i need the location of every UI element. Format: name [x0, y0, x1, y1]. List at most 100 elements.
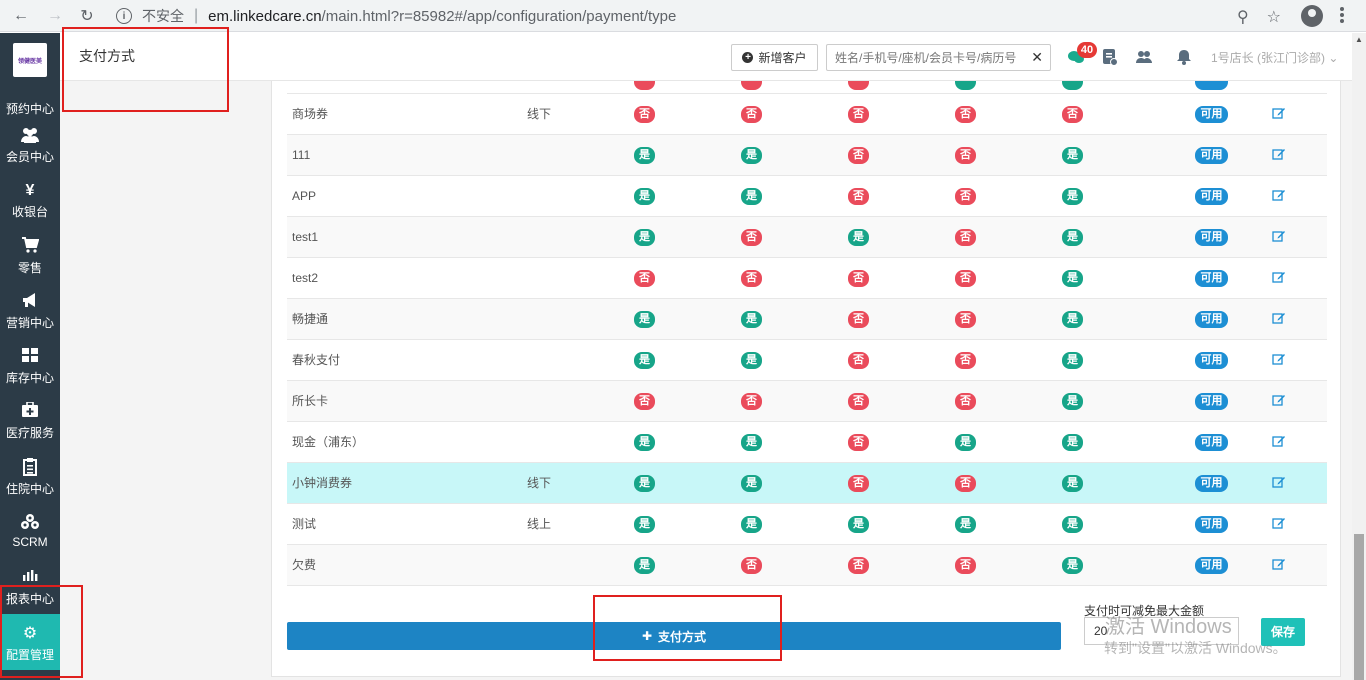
info-icon[interactable]: i: [116, 8, 132, 24]
edit-icon[interactable]: [1272, 188, 1286, 202]
sidebar-item-label: 库存中心: [5, 371, 54, 385]
no-pill: 否: [955, 352, 976, 369]
yes-pill: 是: [848, 229, 869, 246]
yes-pill: 是: [741, 188, 762, 205]
plus-circle-icon: +: [742, 52, 754, 63]
no-pill: 否: [634, 393, 655, 410]
team-icon[interactable]: [1133, 46, 1155, 68]
back-button[interactable]: ←: [6, 1, 36, 31]
edit-icon[interactable]: [1272, 516, 1286, 530]
grid-icon: [0, 347, 60, 367]
sidebar-item-label: 医疗服务: [5, 426, 54, 440]
user-name: 1号店长 (张江门诊部): [1211, 51, 1326, 65]
table-row: 畅捷通 是 是 否 否 是 可用: [287, 299, 1327, 340]
bell-icon[interactable]: [1173, 46, 1195, 68]
table-row: 商场券 线下 否 否 否 否 否 可用: [287, 94, 1327, 135]
sidebar-item-label: 零售: [17, 261, 42, 275]
yes-pill: 是: [1062, 147, 1083, 164]
no-pill: 否: [955, 229, 976, 246]
address-bar[interactable]: i 不安全 | em.linkedcare.cn/main.html?r=859…: [108, 3, 1293, 29]
clipboard-icon: [0, 458, 60, 478]
new-customer-button[interactable]: + 新增客户: [731, 44, 818, 71]
url-text[interactable]: em.linkedcare.cn/main.html?r=85982#/app/…: [208, 8, 676, 25]
available-status-pill[interactable]: 可用: [1195, 393, 1228, 410]
available-status-pill[interactable]: 可用: [1195, 434, 1228, 451]
edit-icon[interactable]: [1272, 475, 1286, 489]
browser-menu-icon[interactable]: [1340, 7, 1344, 25]
available-status-pill[interactable]: 可用: [1195, 188, 1228, 205]
megaphone-icon: [0, 292, 60, 312]
customer-search-input[interactable]: [827, 45, 1022, 70]
edit-icon[interactable]: [1272, 434, 1286, 448]
available-status-pill[interactable]: 可用: [1195, 352, 1228, 369]
available-status-pill[interactable]: 可用: [1195, 106, 1228, 123]
no-pill: [741, 81, 762, 90]
payment-name: 春秋支付: [292, 353, 341, 367]
yes-pill: 是: [741, 475, 762, 492]
no-pill: 否: [741, 270, 762, 287]
edit-icon[interactable]: [1272, 393, 1286, 407]
sidebar-item-cashier[interactable]: ¥ 收银台: [0, 181, 60, 236]
sidebar-item-scrm[interactable]: SCRM: [0, 513, 60, 568]
sidebar-item-inpatient[interactable]: 住院中心: [0, 458, 60, 513]
sidebar-item-label: 会员中心: [5, 150, 54, 164]
cubes-icon: [0, 513, 60, 533]
sidebar-item-medical[interactable]: 医疗服务: [0, 401, 60, 457]
yes-pill: 是: [1062, 475, 1083, 492]
forward-button[interactable]: →: [40, 1, 70, 31]
edit-icon[interactable]: [1272, 352, 1286, 366]
profile-avatar-icon[interactable]: [1301, 5, 1323, 27]
yes-pill: [955, 81, 976, 90]
plus-icon: ✚: [641, 629, 653, 643]
calendar-icon: [0, 78, 60, 98]
available-status-pill[interactable]: 可用: [1195, 147, 1228, 164]
payment-name: test1: [292, 230, 319, 244]
no-pill: 否: [955, 475, 976, 492]
yes-pill: 是: [1062, 229, 1083, 246]
sidebar-item-members[interactable]: 会员中心: [0, 126, 60, 181]
clear-search-icon[interactable]: ✕: [1031, 49, 1043, 66]
zoom-icon[interactable]: ⚲: [1237, 7, 1249, 27]
table-row: test1 是 否 是 否 是 可用: [287, 217, 1327, 258]
edit-icon[interactable]: [1272, 557, 1286, 571]
sidebar-item-retail[interactable]: 零售: [0, 237, 60, 292]
payment-channel: 线上: [527, 517, 552, 531]
no-pill: 否: [848, 557, 869, 574]
scrollbar-thumb[interactable]: [1354, 534, 1364, 680]
available-status-pill[interactable]: 可用: [1195, 475, 1228, 492]
sidebar-item-inventory[interactable]: 库存中心: [0, 347, 60, 402]
edit-icon[interactable]: [1272, 147, 1286, 161]
document-icon[interactable]: [1099, 46, 1121, 68]
table-row: 现金（浦东） 是 是 否 是 是 可用: [287, 422, 1327, 463]
table-row-partial: [287, 81, 1327, 94]
scroll-up-arrow-icon[interactable]: ▲: [1352, 33, 1366, 47]
user-menu[interactable]: 1号店长 (张江门诊部) ⌄: [1211, 49, 1338, 66]
yes-pill: 是: [741, 147, 762, 164]
available-status-pill[interactable]: 可用: [1195, 311, 1228, 328]
yes-pill: 是: [634, 475, 655, 492]
available-status-pill[interactable]: 可用: [1195, 557, 1228, 574]
no-pill: 否: [741, 229, 762, 246]
edit-icon[interactable]: [1272, 106, 1286, 120]
edit-icon[interactable]: [1272, 311, 1286, 325]
cart-icon: [0, 237, 60, 257]
edit-icon[interactable]: [1272, 229, 1286, 243]
yes-pill: 是: [1062, 516, 1083, 533]
sidebar-item-appointment[interactable]: 预约中心: [0, 78, 60, 133]
edit-icon[interactable]: [1272, 270, 1286, 284]
sidebar-item-settings[interactable]: ⚙ 配置管理: [0, 614, 60, 670]
available-status-pill[interactable]: 可用: [1195, 516, 1228, 533]
yes-pill: 是: [741, 311, 762, 328]
add-payment-type-button[interactable]: ✚ 支付方式: [287, 622, 1061, 650]
yes-pill: 是: [1062, 270, 1083, 287]
brand-logo[interactable]: 领健医美: [13, 43, 47, 77]
no-pill: [848, 81, 869, 90]
available-status-pill[interactable]: 可用: [1195, 270, 1228, 287]
available-status-pill[interactable]: 可用: [1195, 229, 1228, 246]
reload-button[interactable]: ↻: [72, 1, 102, 31]
bookmark-star-icon[interactable]: ☆: [1267, 7, 1281, 27]
yes-pill: 是: [1062, 188, 1083, 205]
no-pill: 否: [741, 393, 762, 410]
yes-pill: 是: [1062, 352, 1083, 369]
sidebar-item-marketing[interactable]: 营销中心: [0, 292, 60, 347]
